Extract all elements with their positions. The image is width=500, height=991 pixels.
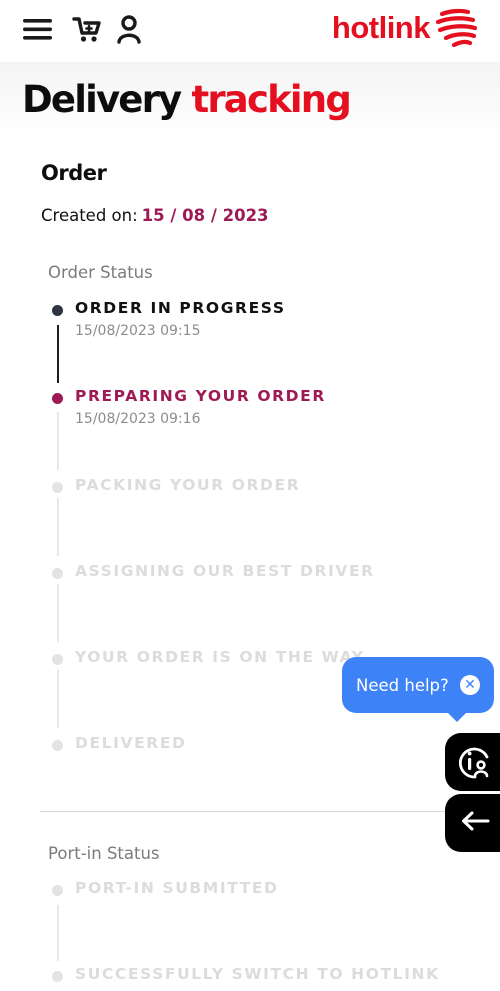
created-on-label: Created on: xyxy=(41,206,138,225)
created-on-line: Created on: 15 / 08 / 2023 xyxy=(41,206,269,225)
arrow-left-icon xyxy=(462,811,490,831)
step-label: PREPARING YOUR ORDER xyxy=(75,387,326,405)
step-label: ASSIGNING OUR BEST DRIVER xyxy=(75,562,375,580)
page-title: Delivery tracking xyxy=(22,78,352,121)
close-circle-icon[interactable]: ✕ xyxy=(460,675,480,695)
need-help-text: Need help? xyxy=(356,675,449,695)
step-label: SUCCESSFULLY SWITCH TO HOTLINK xyxy=(75,965,440,983)
hotlink-logo[interactable]: hotlink xyxy=(332,6,478,50)
help-assistant-button[interactable] xyxy=(445,733,500,791)
back-button[interactable] xyxy=(445,794,500,852)
timeline-connector xyxy=(57,584,59,642)
user-account-icon[interactable] xyxy=(116,14,142,44)
status-dot xyxy=(52,885,63,896)
status-dot xyxy=(52,393,63,404)
need-help-bubble[interactable]: Need help? ✕ xyxy=(342,657,494,722)
created-on-date: 15 / 08 / 2023 xyxy=(141,206,269,225)
step-label: ORDER IN PROGRESS xyxy=(75,299,286,317)
timeline-connector xyxy=(57,412,59,470)
shopping-cart-icon[interactable] xyxy=(72,14,102,44)
help-assistant-icon xyxy=(459,747,489,779)
step-label: DELIVERED xyxy=(75,734,187,752)
status-dot xyxy=(52,654,63,665)
brand-name: hotlink xyxy=(331,10,431,45)
timeline-connector xyxy=(57,905,59,961)
step-label: PACKING YOUR ORDER xyxy=(75,476,301,494)
step-timestamp: 15/08/2023 09:15 xyxy=(75,323,201,339)
section-divider xyxy=(40,811,460,812)
brand-mark-icon xyxy=(435,8,478,48)
timeline-connector xyxy=(57,498,59,556)
hamburger-menu-icon[interactable] xyxy=(22,16,54,42)
timeline-connector xyxy=(57,670,59,728)
status-dot xyxy=(52,482,63,493)
order-status-label: Order Status xyxy=(48,263,153,282)
step-label: YOUR ORDER IS ON THE WAY xyxy=(75,648,365,666)
status-dot xyxy=(52,305,63,316)
status-dot xyxy=(52,568,63,579)
step-timestamp: 15/08/2023 09:16 xyxy=(75,411,201,427)
step-label: PORT-IN SUBMITTED xyxy=(75,879,279,897)
page-title-main: Delivery xyxy=(22,78,182,121)
timeline-connector xyxy=(57,325,59,383)
status-dot xyxy=(52,971,63,982)
top-navigation-bar: hotlink xyxy=(0,0,500,62)
order-heading: Order xyxy=(41,161,107,185)
title-band: Delivery tracking xyxy=(0,62,500,136)
portin-status-label: Port-in Status xyxy=(48,844,160,863)
page-title-accent: tracking xyxy=(191,78,351,121)
status-dot xyxy=(52,740,63,751)
